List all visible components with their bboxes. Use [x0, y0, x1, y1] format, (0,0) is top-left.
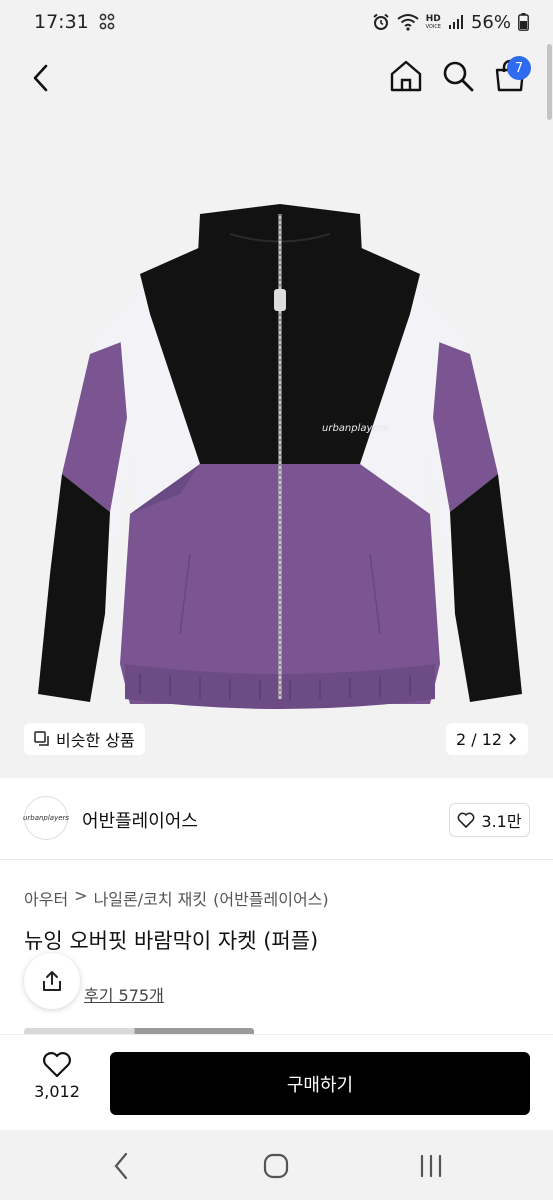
- heart-icon: [43, 1052, 71, 1078]
- brand-like-count: 3.1만: [481, 812, 522, 831]
- system-recent-apps-icon[interactable]: [416, 1152, 446, 1180]
- alarm-icon: [372, 13, 389, 30]
- system-navigation-bar: [0, 1130, 553, 1200]
- back-icon[interactable]: [26, 60, 58, 96]
- top-navigation: 7: [0, 44, 553, 114]
- brand-name[interactable]: 어반플레이어스: [82, 807, 198, 833]
- search-icon[interactable]: [440, 58, 476, 94]
- share-icon: [43, 971, 61, 991]
- breadcrumb-separator-icon: >: [74, 886, 88, 905]
- copy-icon: [34, 731, 49, 746]
- system-home-icon[interactable]: [262, 1152, 290, 1180]
- product-title: 뉴잉 오버핏 바람막이 자켓 (퍼플): [24, 929, 319, 953]
- home-icon[interactable]: [388, 58, 424, 94]
- signal-icon: [448, 15, 463, 29]
- cart-count-badge: 7: [507, 56, 531, 80]
- product-image: urbanplayers: [38, 204, 522, 709]
- share-button[interactable]: [24, 953, 80, 1009]
- bottom-action-bar: 3,012 구매하기: [0, 1034, 553, 1130]
- breadcrumb-item[interactable]: 나일론/코치 재킷: [94, 886, 208, 910]
- battery-icon: [518, 13, 529, 31]
- hd-voice-indicator: HD VOICE: [425, 13, 441, 30]
- page-indicator-text: 2 / 12: [456, 729, 503, 749]
- status-time: 17:31: [34, 11, 89, 33]
- similar-products-label: 비슷한 상품: [56, 731, 135, 750]
- chevron-right-icon: [509, 733, 517, 745]
- jacket-logo-text: urbanplayers: [322, 423, 388, 434]
- buy-button[interactable]: 구매하기: [110, 1052, 530, 1115]
- wifi-icon: [396, 14, 419, 31]
- product-gallery[interactable]: 7 urbanplayers 비슷한 상품 2 / 12: [0, 44, 553, 778]
- wishlist-count: 3,012: [34, 1082, 80, 1101]
- review-link[interactable]: 후기 575개: [84, 982, 164, 1006]
- battery-percent: 56%: [470, 11, 511, 33]
- breadcrumb-item[interactable]: 아우터: [24, 886, 68, 910]
- brand-row[interactable]: urbanplayers 어반플레이어스 3.1만: [0, 778, 553, 860]
- status-bar: 17:31 HD VOICE 56%: [0, 0, 553, 44]
- wishlist-button[interactable]: 3,012: [24, 1051, 90, 1115]
- brand-logo[interactable]: urbanplayers: [23, 796, 69, 840]
- similar-products-button[interactable]: 비슷한 상품: [24, 723, 145, 755]
- brand-like-button[interactable]: 3.1만: [449, 803, 530, 837]
- notification-app-icon: [99, 13, 115, 30]
- gallery-page-indicator[interactable]: 2 / 12: [446, 723, 529, 755]
- scroll-indicator: [547, 44, 552, 120]
- heart-outline-icon: [457, 812, 475, 828]
- breadcrumb: 아우터 > 나일론/코치 재킷 (어반플레이어스): [24, 886, 329, 910]
- system-back-icon[interactable]: [108, 1150, 136, 1182]
- breadcrumb-item[interactable]: (어반플레이어스): [213, 886, 329, 910]
